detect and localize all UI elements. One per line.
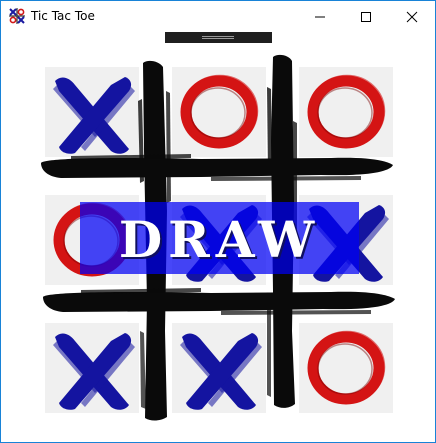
x-mark-icon xyxy=(180,333,262,410)
board-cell-r3-c2[interactable] xyxy=(172,323,266,413)
o-mark-icon xyxy=(180,74,259,149)
game-window: Tic Tac Toe DRAW xyxy=(0,0,436,443)
board-cell-r1-c3[interactable] xyxy=(299,67,393,157)
o-mark-icon xyxy=(307,330,386,405)
draw-result-banner: DRAW xyxy=(80,202,359,274)
board-cell-r3-c3[interactable] xyxy=(299,323,393,413)
x-mark-icon xyxy=(53,77,135,154)
draw-text: DRAW xyxy=(118,210,321,269)
board-cell-r3-c1[interactable] xyxy=(45,323,139,413)
x-mark-icon xyxy=(53,333,135,410)
board-cell-r1-c2[interactable] xyxy=(172,67,266,157)
o-mark-icon xyxy=(307,74,386,149)
board-cell-r1-c1[interactable] xyxy=(45,67,139,157)
